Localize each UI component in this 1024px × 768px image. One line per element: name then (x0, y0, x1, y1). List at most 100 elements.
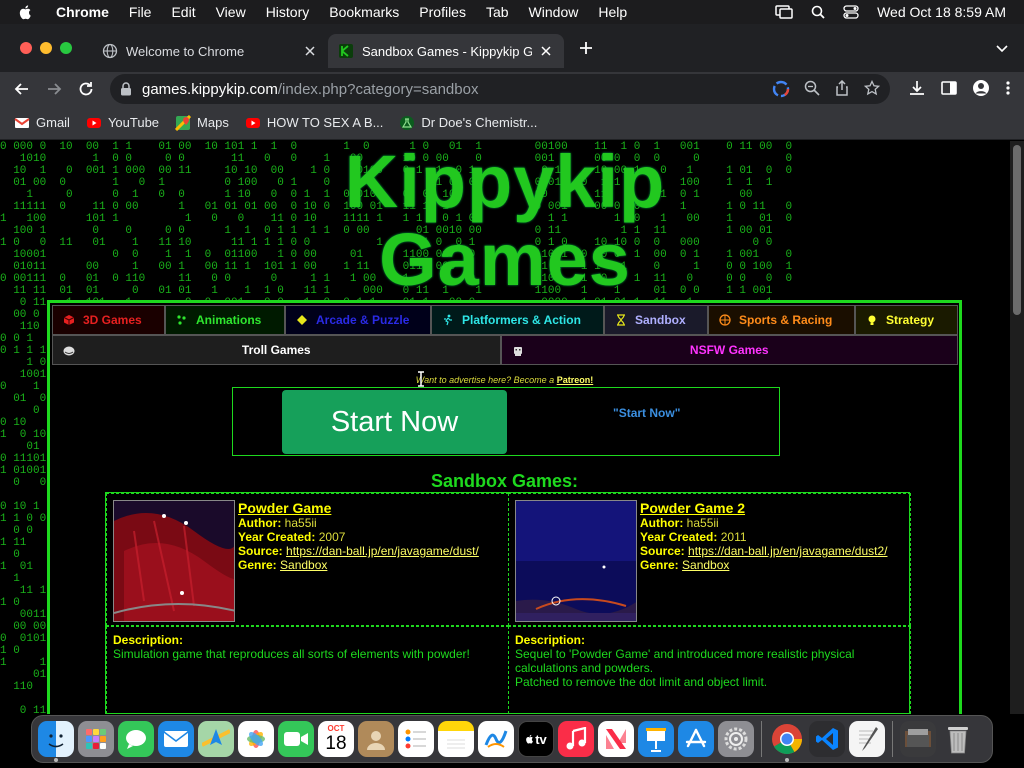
bookmark-maps[interactable]: Maps (175, 114, 229, 131)
reload-icon[interactable] (76, 79, 96, 99)
ad-quote-text[interactable]: "Start Now" (613, 406, 680, 420)
game-genre: Genre: Sandbox (640, 558, 888, 572)
powder-game-screenshot (114, 501, 234, 621)
nav-troll-games[interactable]: Troll Games (52, 335, 501, 365)
zoom-window-button[interactable] (60, 42, 72, 54)
dock-keynote[interactable] (638, 721, 674, 757)
menu-bookmarks[interactable]: Bookmarks (329, 4, 399, 20)
chrome-globe-icon (102, 43, 118, 59)
nav-arcade-puzzle[interactable]: Arcade & Puzzle (285, 305, 431, 335)
genre-link[interactable]: Sandbox (280, 558, 327, 572)
forward-arrow-icon[interactable] (44, 79, 64, 99)
nav-label: Animations (196, 313, 262, 327)
dock-apple-tv[interactable]: tv (518, 721, 554, 757)
dock-vscode[interactable] (809, 721, 845, 757)
lock-icon[interactable] (120, 82, 132, 96)
menu-history[interactable]: History (266, 4, 310, 20)
menu-help[interactable]: Help (598, 4, 627, 20)
patreon-link[interactable]: Patreon! (557, 375, 594, 385)
genre-link[interactable]: Sandbox (682, 558, 729, 572)
scrollbar-thumb[interactable] (1013, 145, 1021, 315)
game-title-link[interactable]: Powder Game 2 (640, 500, 888, 516)
close-tab-icon[interactable] (302, 43, 318, 59)
dock-reminders[interactable] (398, 721, 434, 757)
dock-launchpad[interactable] (78, 721, 114, 757)
dock-music[interactable] (558, 721, 594, 757)
nav-nsfw-games[interactable]: NSFW Games (500, 335, 958, 365)
nav-platformers-action[interactable]: Platformers & Action (431, 305, 604, 335)
google-lens-icon[interactable] (772, 80, 790, 98)
tab-welcome[interactable]: Welcome to Chrome (92, 34, 328, 68)
dock-notes[interactable] (438, 721, 474, 757)
game-thumbnail[interactable] (515, 500, 637, 622)
dock-maps[interactable] (198, 721, 234, 757)
game-thumbnail[interactable] (113, 500, 235, 622)
apple-tv-label: tv (535, 731, 547, 747)
bookmark-star-icon[interactable] (864, 80, 880, 96)
profile-avatar-icon[interactable] (972, 79, 990, 97)
dock-calendar[interactable]: OCT 18 (318, 721, 354, 757)
dock-finder[interactable] (38, 721, 74, 762)
kebab-menu-icon[interactable] (1004, 79, 1012, 97)
menu-file[interactable]: File (129, 4, 152, 20)
tab-sandbox-games[interactable]: Sandbox Games - Kippykip Ga (328, 34, 564, 68)
nav-sports-racing[interactable]: Sports & Racing (708, 305, 855, 335)
back-arrow-icon[interactable] (12, 79, 32, 99)
dock-news[interactable] (598, 721, 634, 757)
film-icon (177, 315, 186, 325)
chevron-down-icon[interactable] (994, 40, 1010, 56)
menu-tab[interactable]: Tab (486, 4, 509, 20)
bookmark-dr-doe[interactable]: Dr Doe's Chemistr... (399, 115, 537, 131)
kippykip-favicon-icon (339, 44, 353, 58)
menu-app-name[interactable]: Chrome (56, 4, 109, 20)
dock-system-settings[interactable] (718, 721, 754, 757)
dock-app-store[interactable] (678, 721, 714, 757)
nav-sandbox[interactable]: Sandbox (604, 305, 708, 335)
minimize-window-button[interactable] (40, 42, 52, 54)
bookmark-youtube-video[interactable]: HOW TO SEX A B... (245, 115, 383, 131)
address-bar[interactable]: games.kippykip.com/index.php?category=sa… (110, 74, 890, 104)
new-tab-icon[interactable] (576, 38, 596, 58)
keynote-icon (646, 728, 666, 752)
bookmark-gmail[interactable]: Gmail (14, 115, 70, 131)
site-logo[interactable]: Kippykip Games (250, 143, 760, 299)
menu-window[interactable]: Window (529, 4, 579, 20)
close-tab-icon[interactable] (538, 43, 554, 59)
bookmark-label: Maps (197, 115, 229, 130)
menu-view[interactable]: View (216, 4, 246, 20)
screen-mirror-icon[interactable] (775, 5, 793, 19)
dock-facetime[interactable] (278, 721, 314, 757)
menu-edit[interactable]: Edit (171, 4, 195, 20)
dock-trash[interactable] (940, 721, 976, 757)
dock-contacts[interactable] (358, 721, 394, 757)
download-icon[interactable] (908, 79, 926, 97)
control-center-icon[interactable] (843, 5, 859, 19)
dock-freeform[interactable] (478, 721, 514, 757)
dock-mail[interactable] (158, 721, 194, 757)
source-link[interactable]: https://dan-ball.jp/en/javagame/dust/ (286, 544, 479, 558)
game-title-link[interactable]: Powder Game (238, 500, 479, 516)
zoom-icon[interactable] (804, 80, 820, 96)
source-link[interactable]: https://dan-ball.jp/en/javagame/dust2/ (688, 544, 887, 558)
dock-messages[interactable] (118, 721, 154, 757)
menubar-clock[interactable]: Wed Oct 18 8:59 AM (877, 4, 1006, 20)
dock-chrome[interactable] (769, 721, 805, 762)
nav-strategy[interactable]: Strategy (855, 305, 958, 335)
dock-photos[interactable] (238, 721, 274, 757)
menu-profiles[interactable]: Profiles (419, 4, 466, 20)
nav-3d-games[interactable]: 3D Games (52, 305, 165, 335)
dock-textedit[interactable] (849, 721, 885, 757)
share-icon[interactable] (834, 80, 850, 96)
ad-banner[interactable]: Start Now "Start Now" (232, 387, 780, 456)
nav-animations[interactable]: Animations (165, 305, 285, 335)
bookmark-youtube[interactable]: YouTube (86, 115, 159, 131)
side-panel-icon[interactable] (940, 79, 958, 97)
text-cursor-icon (418, 371, 424, 387)
apple-icon[interactable] (18, 4, 34, 20)
page-scrollbar[interactable] (1010, 141, 1024, 714)
spotlight-search-icon[interactable] (811, 5, 825, 19)
dock-downloads-stack[interactable] (900, 721, 936, 757)
close-window-button[interactable] (20, 42, 32, 54)
youtube-icon (245, 117, 260, 128)
start-now-button[interactable]: Start Now (282, 390, 507, 454)
